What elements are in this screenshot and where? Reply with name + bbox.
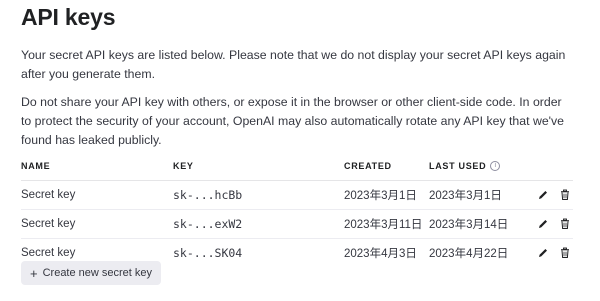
last-used-cell: 2023年3月1日 <box>429 180 521 210</box>
create-new-secret-key-button[interactable]: + Create new secret key <box>21 261 162 285</box>
api-keys-page: API keys Your secret API keys are listed… <box>0 0 600 301</box>
delete-key-button[interactable] <box>557 216 573 232</box>
edit-key-button[interactable] <box>535 187 551 203</box>
trash-icon <box>561 189 569 200</box>
created-cell: 2023年3月11日 <box>344 209 429 239</box>
key-name-cell: Secret key <box>21 180 173 210</box>
pencil-icon <box>538 249 547 257</box>
create-button-label: Create new secret key <box>42 267 153 279</box>
edit-key-button[interactable] <box>535 216 551 232</box>
table-header-row: NAME KEY CREATED LAST USED i <box>21 152 573 181</box>
security-warning: Do not share your API key with others, o… <box>21 95 565 147</box>
created-cell: 2023年3月1日 <box>344 180 429 210</box>
trash-icon <box>561 218 569 229</box>
delete-key-button[interactable] <box>557 187 573 203</box>
pencil-icon <box>538 191 547 199</box>
pencil-icon <box>538 220 547 228</box>
column-header-name: NAME <box>21 152 173 181</box>
page-title: API keys <box>21 4 116 30</box>
table-row: Secret key sk-...hcBb 2023年3月1日 2023年3月1… <box>21 180 573 210</box>
info-icon[interactable]: i <box>490 161 501 172</box>
column-header-last-used: LAST USED i <box>429 152 521 181</box>
key-value-cell: sk-...hcBb <box>173 180 344 210</box>
row-actions <box>521 239 573 268</box>
created-cell: 2023年4月3日 <box>344 248 417 260</box>
keys-description: Your secret API keys are listed below. P… <box>21 48 566 81</box>
key-value-cell: sk-...SK04 <box>173 246 243 260</box>
api-keys-table: NAME KEY CREATED LAST USED i Secret key s… <box>21 152 573 267</box>
key-name-cell: Secret key <box>21 209 173 239</box>
table-row: Secret key sk-...exW2 2023年3月11日 2023年3月… <box>21 209 573 239</box>
last-used-cell: 2023年4月22日 <box>429 248 509 260</box>
edit-key-button[interactable] <box>535 245 551 261</box>
plus-icon: + <box>30 265 38 281</box>
trash-icon <box>561 247 569 258</box>
column-header-created: CREATED <box>344 152 429 181</box>
row-actions <box>521 180 573 210</box>
last-used-label: LAST USED <box>429 160 487 171</box>
column-header-actions <box>521 152 573 181</box>
delete-key-button[interactable] <box>557 245 573 261</box>
row-actions <box>521 209 573 239</box>
last-used-cell: 2023年3月14日 <box>429 209 521 239</box>
column-header-key: KEY <box>173 152 344 181</box>
key-value-cell: sk-...exW2 <box>173 209 344 239</box>
